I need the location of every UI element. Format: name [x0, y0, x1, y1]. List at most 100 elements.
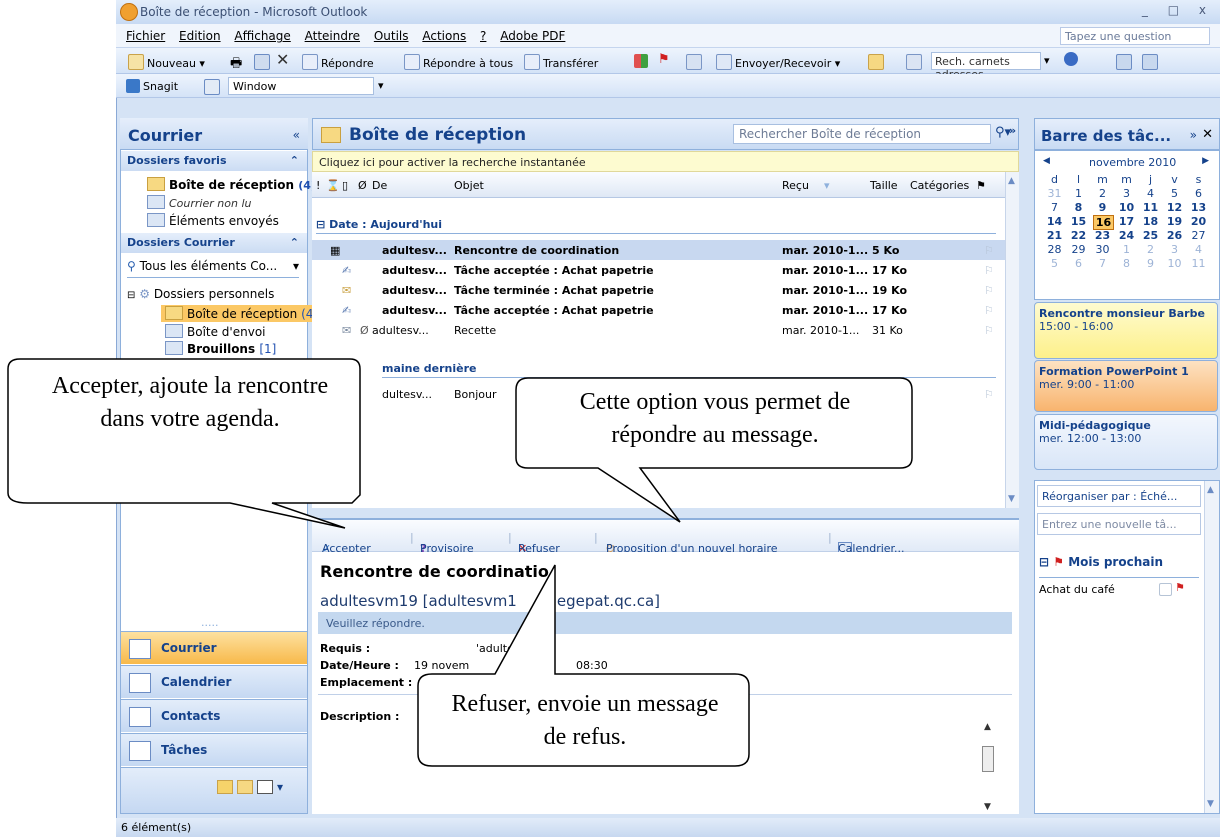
group-header-last-week[interactable]: maine dernière	[382, 362, 996, 378]
column-size[interactable]: Taille	[870, 179, 898, 192]
move-icon[interactable]	[254, 54, 273, 70]
calendar-day[interactable]: 17	[1117, 215, 1136, 228]
instant-search-bar[interactable]: Cliquez ici pour activer la recherche in…	[312, 151, 1019, 172]
menu-edition[interactable]: Edition	[179, 29, 221, 43]
calendar-day[interactable]: 22	[1069, 229, 1088, 242]
reply-all-button[interactable]: Répondre à tous	[404, 54, 513, 70]
calendar-day[interactable]: 5	[1045, 257, 1064, 270]
capture-mode-dropdown[interactable]: ▾	[378, 79, 384, 92]
folder-outbox[interactable]: Boîte d'envoi	[165, 324, 266, 339]
ask-question-field[interactable]: Tapez une question	[1060, 27, 1210, 45]
table-row[interactable]: ▦ adultesv... Rencontre de coordination …	[312, 240, 1005, 260]
calendar-day[interactable]: 28	[1045, 243, 1064, 256]
calendar-day[interactable]: 23	[1093, 229, 1112, 242]
window-controls[interactable]: _ □ x	[1142, 3, 1214, 17]
column-received[interactable]: Reçu	[782, 179, 809, 192]
calendar-day[interactable]: 26	[1165, 229, 1184, 242]
calendar-day[interactable]: 10	[1165, 257, 1184, 270]
calendar-day[interactable]: 2	[1141, 243, 1160, 256]
all-mail-items-select[interactable]: ⚲ Tous les éléments Co... ▾	[127, 259, 299, 278]
folder-drafts[interactable]: Brouillons [1]	[165, 341, 276, 356]
collapse-icon[interactable]: ⌃	[290, 154, 299, 167]
calendar-day[interactable]: 6	[1189, 187, 1208, 200]
mail-folders-header[interactable]: Dossiers Courrier ⌃	[121, 233, 307, 253]
calendar-day[interactable]: 11	[1189, 257, 1208, 270]
calendar-day[interactable]: 8	[1117, 257, 1136, 270]
scroll-thumb[interactable]	[982, 746, 994, 772]
calendar-day[interactable]: 12	[1165, 201, 1184, 214]
shortcuts-icon[interactable]	[257, 780, 273, 794]
print-icon[interactable]: 🖶	[230, 54, 242, 76]
snagit-capture-icon[interactable]	[1116, 54, 1135, 70]
nav-button-mail[interactable]: Courrier	[121, 631, 307, 664]
scroll-up-icon[interactable]: ▲	[984, 722, 991, 732]
delete-icon[interactable]: ✕	[276, 50, 289, 69]
new-task-input[interactable]: Entrez une nouvelle tâ...	[1037, 513, 1201, 535]
menu-actions[interactable]: Actions	[422, 29, 466, 43]
calendar-day[interactable]: 3	[1117, 187, 1136, 200]
message-list-scrollbar[interactable]: ▲ ▼	[1005, 172, 1019, 508]
notes-icon[interactable]	[217, 780, 233, 794]
nav-button-contacts[interactable]: Contacts	[121, 699, 307, 732]
menu-atteindre[interactable]: Atteindre	[305, 29, 360, 43]
flag-icon[interactable]: ⚐	[984, 388, 994, 401]
flag-icon[interactable]: ⚐	[984, 264, 994, 277]
calendar-day[interactable]: 30	[1093, 243, 1112, 256]
task-list-scrollbar[interactable]: ▲ ▼	[1204, 481, 1219, 813]
scroll-down-icon[interactable]: ▼	[984, 802, 991, 812]
snagit-button[interactable]: Snagit	[126, 79, 178, 93]
scroll-down-icon[interactable]: ▼	[1207, 799, 1214, 809]
calendar-day[interactable]: 27	[1189, 229, 1208, 242]
collapse-tree-icon[interactable]: ⊟	[127, 290, 135, 301]
scroll-up-icon[interactable]: ▲	[1207, 485, 1214, 495]
calendar-day[interactable]: 20	[1189, 215, 1208, 228]
menu-help[interactable]: ?	[480, 29, 486, 43]
calendar-day[interactable]: 15	[1069, 215, 1088, 228]
table-row[interactable]: ✉ Ø adultesv... Recette mar. 2010-1... 3…	[312, 320, 1005, 340]
flag-icon[interactable]: ⚑	[1175, 581, 1185, 594]
configure-buttons-icon[interactable]: ▾	[277, 780, 283, 794]
calendar-day[interactable]: 19	[1165, 215, 1184, 228]
minimize-nav-icon[interactable]: «	[293, 128, 300, 142]
arrange-by-button[interactable]: Réorganiser par : Éché...	[1037, 485, 1201, 507]
calendar-day[interactable]: 4	[1189, 243, 1208, 256]
minimize-todo-icon[interactable]: »	[1190, 128, 1197, 142]
reading-pane-scrollbar[interactable]: ▲ ▼	[982, 722, 996, 812]
favorite-unread[interactable]: Courrier non lu	[147, 195, 251, 210]
nav-button-tasks[interactable]: Tâches	[121, 733, 307, 766]
scroll-down-icon[interactable]: ▼	[1008, 494, 1015, 504]
calendar-day[interactable]: 14	[1045, 215, 1064, 228]
flag-icon[interactable]: ⚐	[984, 284, 994, 297]
flag-icon[interactable]: ⚐	[984, 244, 994, 257]
calendar-day[interactable]: 10	[1117, 201, 1136, 214]
table-row[interactable]: ✍ adultesv... Tâche acceptée : Achat pap…	[312, 300, 1005, 320]
categorize-icon[interactable]	[634, 54, 651, 68]
calendar-day[interactable]: 1	[1069, 187, 1088, 200]
search-contacts-dropdown[interactable]: ▾	[1044, 54, 1050, 67]
favorite-sent[interactable]: Éléments envoyés	[147, 213, 279, 228]
flag-icon[interactable]: ⚑	[658, 52, 670, 67]
capture-mode-select[interactable]: Window	[228, 77, 374, 95]
menu-fichier[interactable]: Fichier	[126, 29, 165, 43]
calendar-day[interactable]: 5	[1165, 187, 1184, 200]
calendar-day[interactable]: 2	[1093, 187, 1112, 200]
forward-button[interactable]: Transférer	[524, 54, 598, 70]
importance-col-icon[interactable]: !	[316, 179, 320, 192]
flag-icon[interactable]: ⚐	[984, 324, 994, 337]
menu-outils[interactable]: Outils	[374, 29, 409, 43]
search-contacts-input[interactable]: Rech. carnets adresses	[931, 52, 1041, 81]
calendar-day[interactable]: 16	[1093, 215, 1114, 230]
favorite-inbox[interactable]: Boîte de réception (4)	[147, 177, 316, 192]
collapse-group-icon[interactable]: ⊟	[316, 218, 325, 231]
calendar-day[interactable]: 18	[1141, 215, 1160, 228]
type-col-icon[interactable]: ▯	[342, 179, 348, 192]
folder-inbox[interactable]: Boîte de réception (4	[161, 305, 313, 322]
collapse-group-icon[interactable]: ⊟	[1039, 555, 1049, 569]
folder-icon[interactable]	[868, 54, 887, 70]
favorites-header[interactable]: Dossiers favoris ⌃	[121, 151, 307, 171]
calendar-day[interactable]: 31	[1045, 187, 1064, 200]
new-button[interactable]: Nouveau ▾	[128, 54, 205, 70]
menu-adobe-pdf[interactable]: Adobe PDF	[500, 29, 565, 43]
folder-list-icon[interactable]	[237, 780, 253, 794]
calendar-day[interactable]: 7	[1093, 257, 1112, 270]
